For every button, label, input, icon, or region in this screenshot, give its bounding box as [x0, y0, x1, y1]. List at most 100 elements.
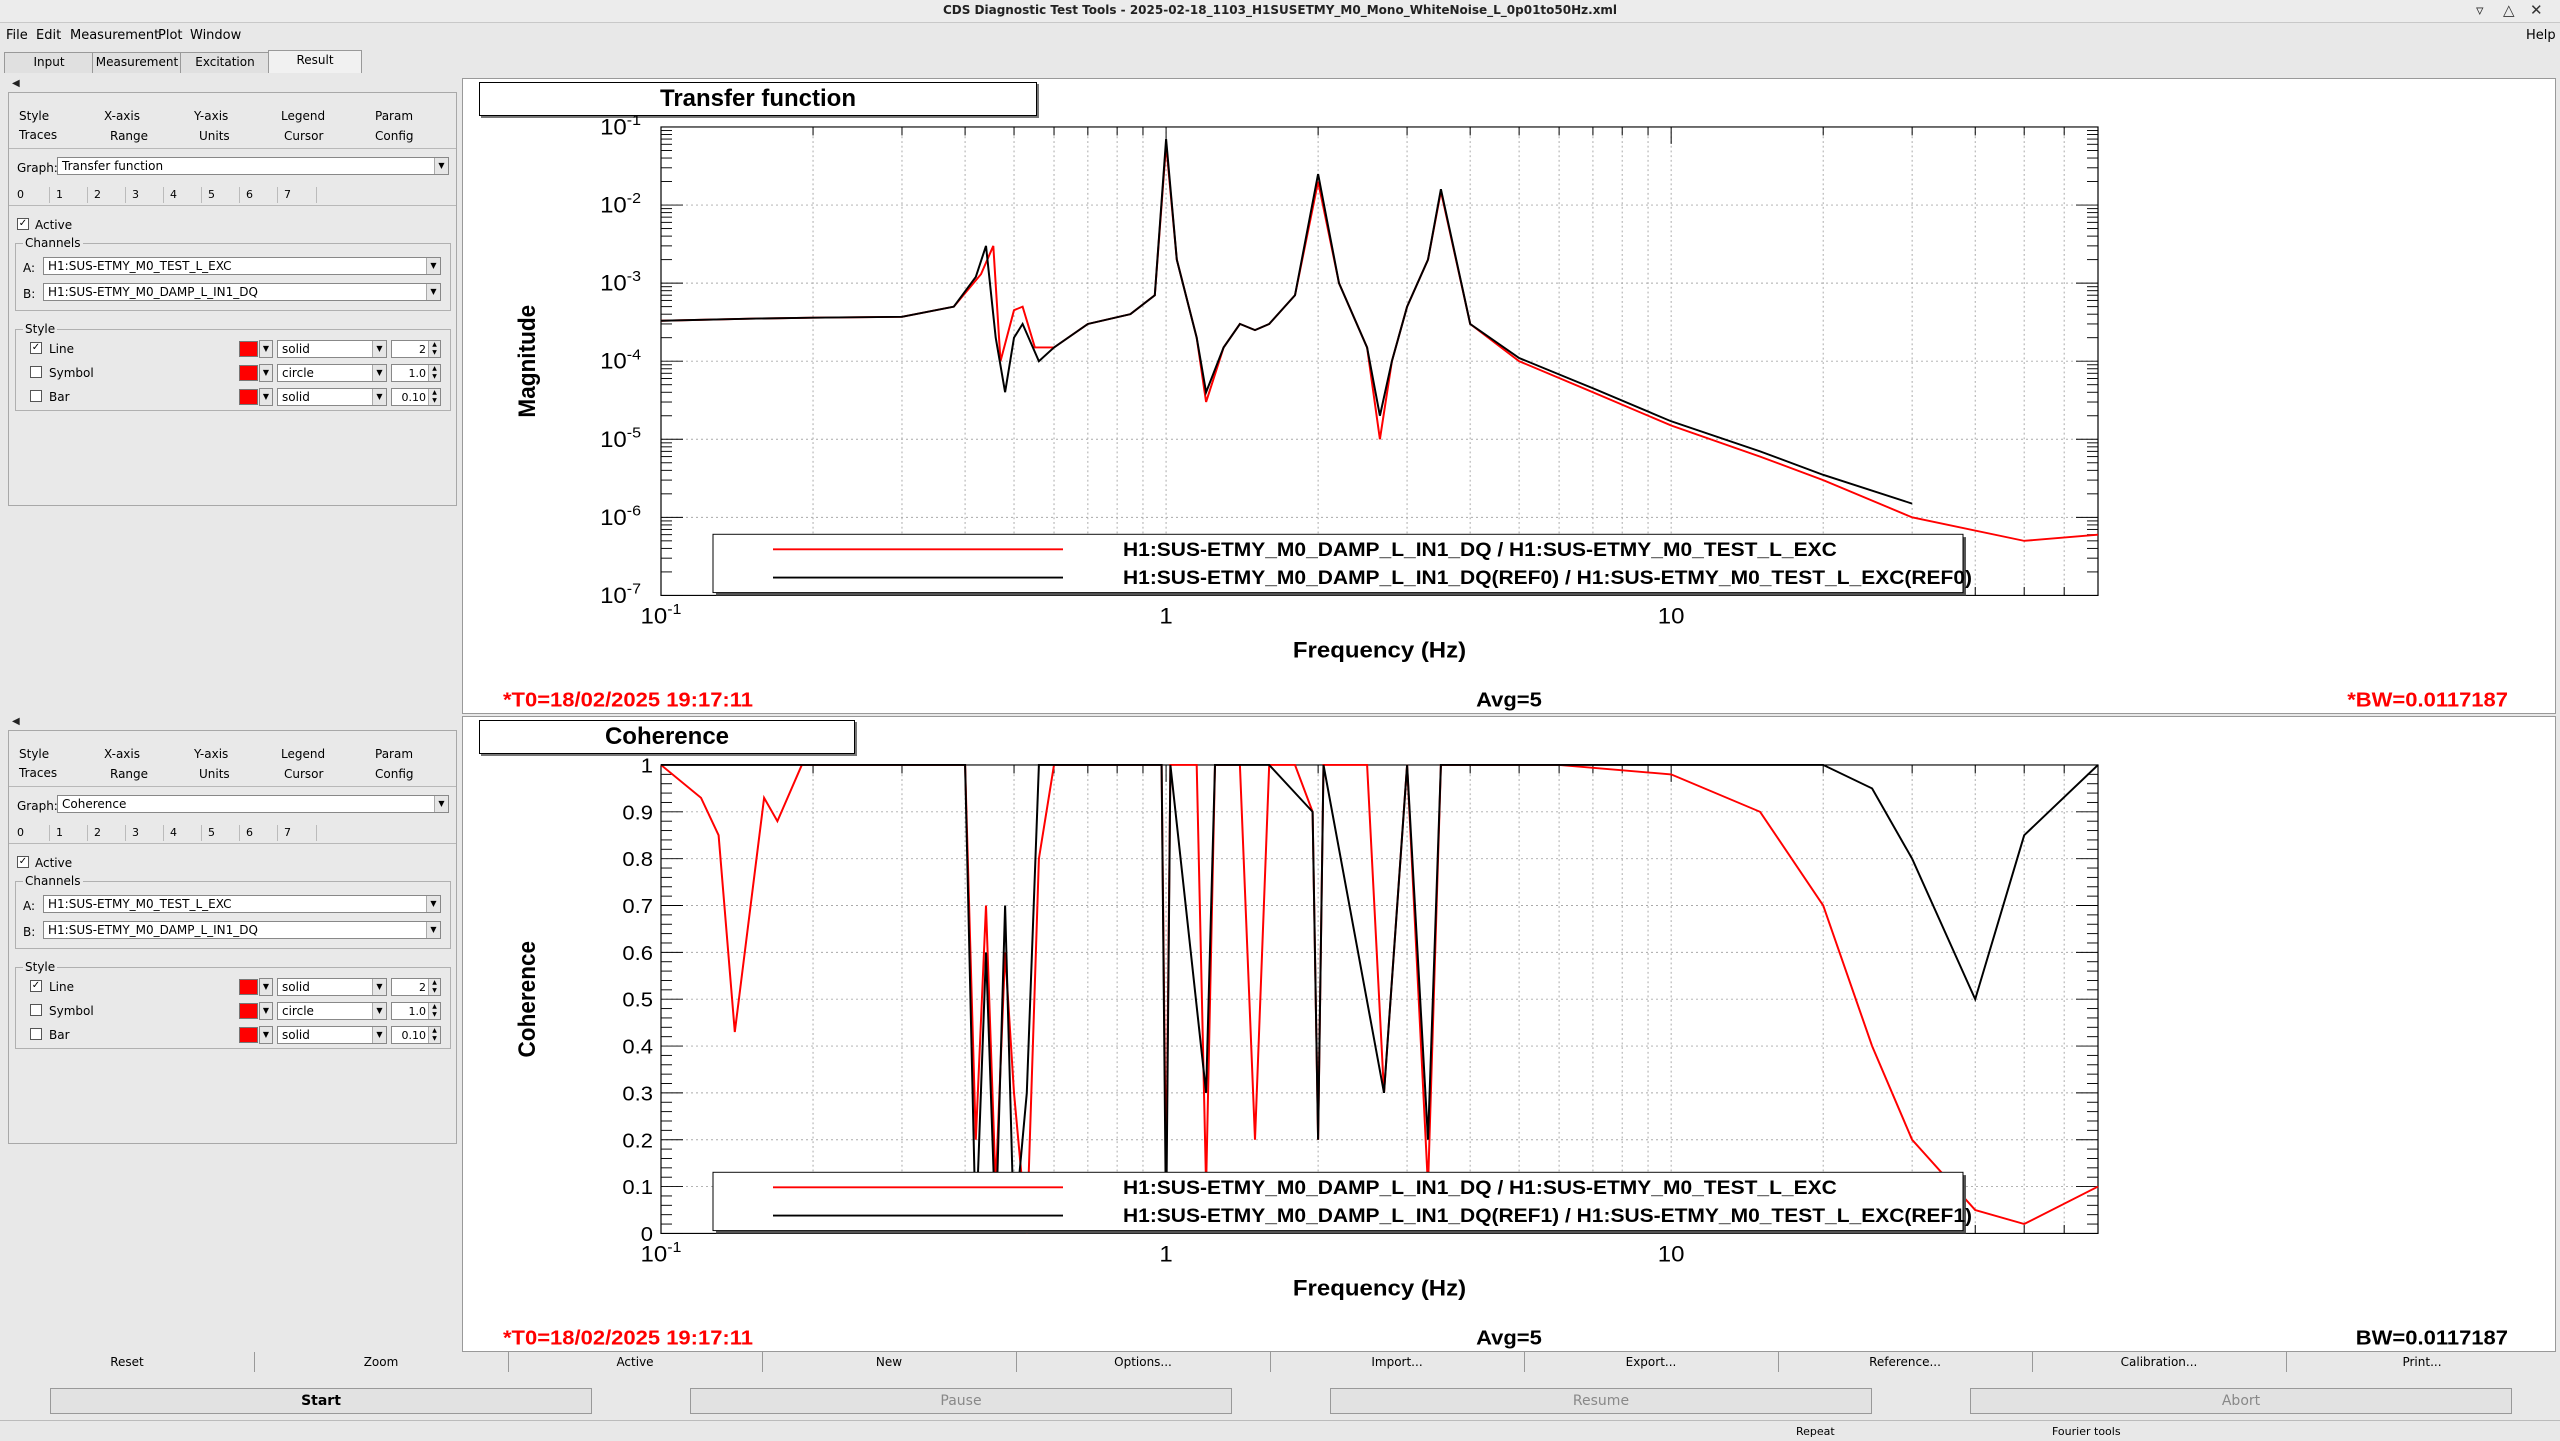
channel-a-select[interactable]: H1:SUS-ETMY_M0_TEST_L_EXC ▼: [43, 895, 441, 913]
trace-tab-2[interactable]: 2: [87, 187, 125, 203]
line-color-swatch[interactable]: [239, 341, 258, 357]
symbol-size-spinner[interactable]: 1.0 ▲ ▼: [391, 1002, 441, 1020]
subtab-traces[interactable]: Traces: [19, 766, 57, 780]
trace-tab-5[interactable]: 5: [201, 825, 239, 841]
trace-tab-6[interactable]: 6: [239, 825, 277, 841]
line-style-select[interactable]: solid ▼: [277, 978, 387, 996]
spin-arrows-icon[interactable]: ▲ ▼: [428, 365, 440, 381]
bar-color-swatch[interactable]: [239, 389, 258, 405]
spin-arrows-icon[interactable]: ▲ ▼: [428, 341, 440, 357]
symbol-size-spinner[interactable]: 1.0 ▲ ▼: [391, 364, 441, 382]
subtab-param[interactable]: Param: [375, 109, 413, 123]
channel-b-select[interactable]: H1:SUS-ETMY_M0_DAMP_L_IN1_DQ ▼: [43, 283, 441, 301]
subtab-units[interactable]: Units: [199, 129, 230, 143]
chevron-down-icon[interactable]: ▼: [259, 364, 273, 382]
subtab-x-axis[interactable]: X-axis: [104, 747, 140, 761]
reference-button[interactable]: Reference...: [1778, 1352, 2033, 1372]
menu-edit[interactable]: Edit: [36, 28, 61, 43]
calibration-button[interactable]: Calibration...: [2032, 1352, 2287, 1372]
subtab-x-axis[interactable]: X-axis: [104, 109, 140, 123]
spin-arrows-icon[interactable]: ▲ ▼: [428, 389, 440, 405]
new-button[interactable]: New: [762, 1352, 1017, 1372]
subtab-units[interactable]: Units: [199, 767, 230, 781]
graph-select[interactable]: Coherence ▼: [57, 795, 449, 813]
subtab-cursor[interactable]: Cursor: [284, 767, 323, 781]
tab-measurement[interactable]: Measurement: [92, 52, 182, 73]
subtab-range[interactable]: Range: [110, 129, 148, 143]
subtab-range[interactable]: Range: [110, 767, 148, 781]
line-color-swatch[interactable]: [239, 979, 258, 995]
trace-tab-3[interactable]: 3: [125, 825, 163, 841]
chevron-down-icon[interactable]: ▼: [259, 388, 273, 406]
collapse-arrow-icon[interactable]: ◀: [12, 716, 20, 727]
subtab-style[interactable]: Style: [19, 109, 49, 123]
symbol-color-swatch[interactable]: [239, 365, 258, 381]
subtab-cursor[interactable]: Cursor: [284, 129, 323, 143]
subtab-style[interactable]: Style: [19, 747, 49, 761]
spin-arrows-icon[interactable]: ▲ ▼: [428, 1027, 440, 1043]
channel-b-select[interactable]: H1:SUS-ETMY_M0_DAMP_L_IN1_DQ ▼: [43, 921, 441, 939]
menu-file[interactable]: File: [6, 28, 28, 43]
trace-tab-7[interactable]: 7: [277, 825, 317, 841]
chevron-down-icon[interactable]: ▼: [259, 978, 273, 996]
tab-result[interactable]: Result: [268, 50, 362, 73]
import-button[interactable]: Import...: [1270, 1352, 1525, 1372]
line-checkbox[interactable]: ✓: [30, 980, 42, 992]
export-button[interactable]: Export...: [1524, 1352, 1779, 1372]
minimize-icon[interactable]: ▿: [2476, 1, 2484, 19]
trace-tab-4[interactable]: 4: [163, 825, 201, 841]
subtab-config[interactable]: Config: [375, 129, 414, 143]
trace-tab-1[interactable]: 1: [49, 825, 87, 841]
line-style-select[interactable]: solid ▼: [277, 340, 387, 358]
bar-color-swatch[interactable]: [239, 1027, 258, 1043]
close-icon[interactable]: ✕: [2530, 1, 2543, 19]
trace-tab-2[interactable]: 2: [87, 825, 125, 841]
trace-tab-7[interactable]: 7: [277, 187, 317, 203]
spin-arrows-icon[interactable]: ▲ ▼: [428, 1003, 440, 1019]
transfer-function-chart[interactable]: 10-7 10-6 10-5 10-4 10-3 10-2 10-1 10-1 1 10 Frequ…: [463, 79, 2555, 713]
reset-button[interactable]: Reset: [0, 1352, 255, 1372]
spin-arrows-icon[interactable]: ▲ ▼: [428, 979, 440, 995]
bar-width-spinner[interactable]: 0.10 ▲ ▼: [391, 1026, 441, 1044]
trace-tab-3[interactable]: 3: [125, 187, 163, 203]
abort-button[interactable]: Abort: [1970, 1388, 2512, 1414]
zoom-button[interactable]: Zoom: [254, 1352, 509, 1372]
trace-tab-5[interactable]: 5: [201, 187, 239, 203]
trace-tab-4[interactable]: 4: [163, 187, 201, 203]
active-checkbox[interactable]: ✓: [17, 218, 29, 230]
collapse-arrow-icon[interactable]: ◀: [12, 78, 20, 89]
menu-help[interactable]: Help: [2526, 28, 2556, 43]
subtab-legend[interactable]: Legend: [281, 109, 325, 123]
symbol-style-select[interactable]: circle ▼: [277, 364, 387, 382]
subtab-config[interactable]: Config: [375, 767, 414, 781]
start-button[interactable]: Start: [50, 1388, 592, 1414]
trace-tab-1[interactable]: 1: [49, 187, 87, 203]
pause-button[interactable]: Pause: [690, 1388, 1232, 1414]
tab-input[interactable]: Input: [4, 52, 94, 73]
symbol-checkbox[interactable]: [30, 366, 42, 378]
symbol-style-select[interactable]: circle ▼: [277, 1002, 387, 1020]
subtab-y-axis[interactable]: Y-axis: [194, 747, 228, 761]
options-button[interactable]: Options...: [1016, 1352, 1271, 1372]
line-checkbox[interactable]: ✓: [30, 342, 42, 354]
bar-width-spinner[interactable]: 0.10 ▲ ▼: [391, 388, 441, 406]
symbol-color-swatch[interactable]: [239, 1003, 258, 1019]
subtab-y-axis[interactable]: Y-axis: [194, 109, 228, 123]
coherence-chart[interactable]: 00.10.20.30.40.50.60.70.80.9110-1 1 10Freq…: [463, 717, 2555, 1351]
coherence-plot[interactable]: Coherence 0 0.1 0.2 0.3 0.4 0.5 0.6 0.7 0.8 0.9 1 1…: [462, 716, 2556, 1352]
transfer-function-plot[interactable]: Transfer function 10-7 10-6 10-5 10-4 10-3 10…: [462, 78, 2556, 714]
bar-checkbox[interactable]: [30, 390, 42, 402]
graph-select[interactable]: Transfer function ▼: [57, 157, 449, 175]
trace-tab-0[interactable]: 0: [11, 187, 49, 203]
subtab-legend[interactable]: Legend: [281, 747, 325, 761]
menu-measurement[interactable]: Measurement: [70, 28, 159, 43]
symbol-checkbox[interactable]: [30, 1004, 42, 1016]
subtab-param[interactable]: Param: [375, 747, 413, 761]
maximize-icon[interactable]: △: [2503, 1, 2515, 19]
channel-a-select[interactable]: H1:SUS-ETMY_M0_TEST_L_EXC ▼: [43, 257, 441, 275]
chevron-down-icon[interactable]: ▼: [259, 340, 273, 358]
active-button[interactable]: Active: [508, 1352, 763, 1372]
resume-button[interactable]: Resume: [1330, 1388, 1872, 1414]
print-button[interactable]: Print...: [2286, 1352, 2558, 1372]
bar-style-select[interactable]: solid ▼: [277, 388, 387, 406]
